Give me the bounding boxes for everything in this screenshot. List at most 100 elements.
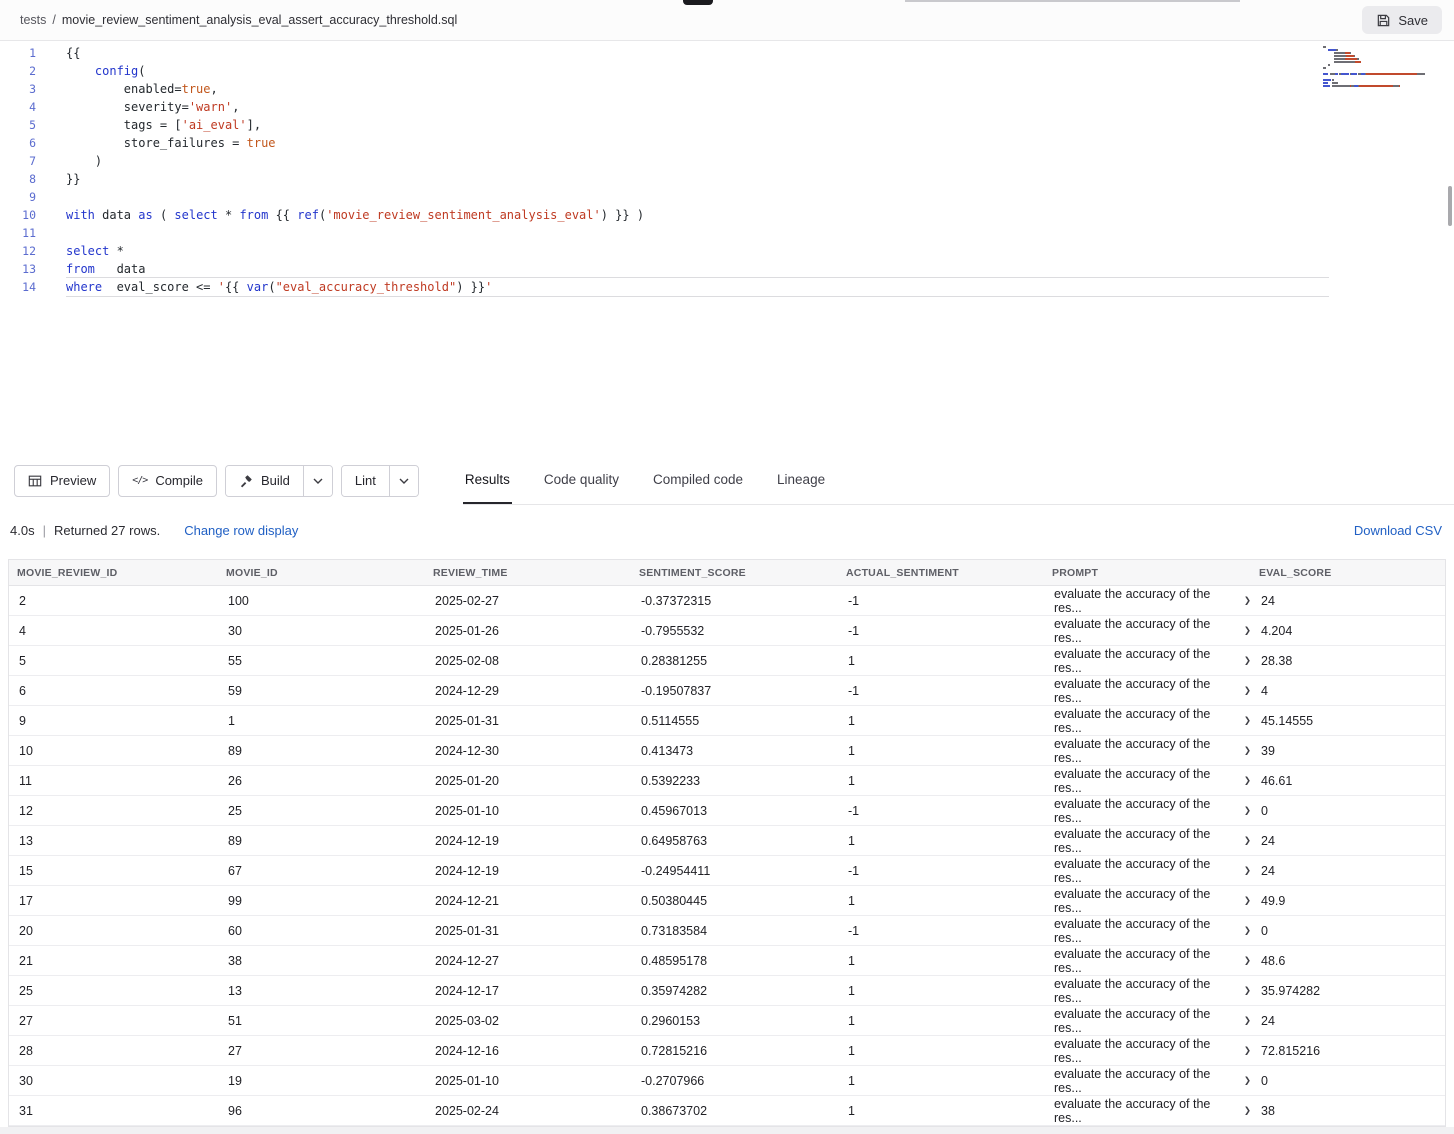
code-line[interactable]: store_failures = true (66, 134, 1454, 152)
expand-prompt-icon[interactable]: ❯ (1244, 955, 1251, 966)
chevron-down-icon (313, 478, 323, 484)
column-header-actual_sentiment[interactable]: ACTUAL_SENTIMENT (838, 567, 1044, 579)
expand-prompt-icon[interactable]: ❯ (1244, 925, 1251, 936)
compile-button[interactable]: </> Compile (118, 465, 217, 497)
prompt-cell-text: evaluate the accuracy of the res... (1054, 1067, 1237, 1095)
table-cell: -0.19507837 (631, 684, 838, 698)
code-line[interactable]: ) (66, 152, 1454, 170)
code-line[interactable]: with data as ( select * from {{ ref('mov… (66, 206, 1454, 224)
table-cell: 0.5114555 (631, 714, 838, 728)
expand-prompt-icon[interactable]: ❯ (1244, 1045, 1251, 1056)
column-header-prompt[interactable]: PROMPT (1044, 567, 1251, 579)
prompt-cell-text: evaluate the accuracy of the res... (1054, 917, 1237, 945)
table-cell: 0.73183584 (631, 924, 838, 938)
table-cell: 1 (838, 954, 1044, 968)
change-row-display-link[interactable]: Change row display (184, 523, 298, 538)
file-header-bar: tests / movie_review_sentiment_analysis_… (0, 0, 1454, 41)
expand-prompt-icon[interactable]: ❯ (1244, 625, 1251, 636)
build-dropdown-button[interactable] (303, 466, 332, 496)
tab-lineage[interactable]: Lineage (775, 456, 827, 504)
editor-code[interactable]: {{ config( enabled=true, severity='warn'… (48, 44, 1454, 456)
column-header-sentiment_score[interactable]: SENTIMENT_SCORE (631, 567, 838, 579)
tab-strip-divider (905, 0, 1240, 2)
table-cell: 0 (1251, 1074, 1445, 1088)
table-cell: 27 (9, 1014, 218, 1028)
prompt-cell: evaluate the accuracy of the res...❯ (1044, 887, 1251, 915)
prompt-cell-text: evaluate the accuracy of the res... (1054, 647, 1237, 675)
table-cell: 99 (218, 894, 425, 908)
expand-prompt-icon[interactable]: ❯ (1244, 715, 1251, 726)
expand-prompt-icon[interactable]: ❯ (1244, 805, 1251, 816)
table-cell: 59 (218, 684, 425, 698)
build-button[interactable]: Build (226, 466, 303, 496)
code-line[interactable] (66, 224, 1454, 242)
tab-code-quality[interactable]: Code quality (542, 456, 621, 504)
tab-compiled-code[interactable]: Compiled code (651, 456, 745, 504)
expand-prompt-icon[interactable]: ❯ (1244, 655, 1251, 666)
editor-action-buttons: Preview </> Compile Build (14, 456, 419, 505)
table-cell: -1 (838, 684, 1044, 698)
code-line[interactable]: from data (66, 260, 1454, 278)
code-line[interactable]: {{ (66, 44, 1454, 62)
save-button[interactable]: Save (1362, 6, 1442, 34)
table-cell: 0.5392233 (631, 774, 838, 788)
breadcrumb-root[interactable]: tests (20, 13, 46, 27)
table-cell: 19 (218, 1074, 425, 1088)
results-tabs: Results Code quality Compiled code Lineage (463, 456, 1454, 505)
table-cell: 25 (9, 984, 218, 998)
expand-prompt-icon[interactable]: ❯ (1244, 685, 1251, 696)
editor-scrollbar-thumb[interactable] (1448, 186, 1452, 226)
expand-prompt-icon[interactable]: ❯ (1244, 985, 1251, 996)
code-line[interactable] (66, 188, 1454, 206)
column-header-movie_review_id[interactable]: MOVIE_REVIEW_ID (9, 567, 218, 579)
code-line[interactable]: severity='warn', (66, 98, 1454, 116)
expand-prompt-icon[interactable]: ❯ (1244, 835, 1251, 846)
table-cell: 12 (9, 804, 218, 818)
table-cell: 26 (218, 774, 425, 788)
code-line[interactable]: select * (66, 242, 1454, 260)
code-line[interactable]: tags = ['ai_eval'], (66, 116, 1454, 134)
expand-prompt-icon[interactable]: ❯ (1244, 1105, 1251, 1116)
chevron-down-icon (399, 478, 409, 484)
table-cell: 0.28381255 (631, 654, 838, 668)
tab-results[interactable]: Results (463, 456, 512, 504)
code-line[interactable]: enabled=true, (66, 80, 1454, 98)
code-editor[interactable]: 1234567891011121314 {{ config( enabled=t… (0, 41, 1454, 456)
prompt-cell: evaluate the accuracy of the res...❯ (1044, 797, 1251, 825)
table-cell: -1 (838, 924, 1044, 938)
preview-button[interactable]: Preview (14, 465, 110, 497)
table-cell: -0.37372315 (631, 594, 838, 608)
column-header-review_time[interactable]: REVIEW_TIME (425, 567, 631, 579)
lint-button[interactable]: Lint (342, 466, 389, 496)
table-cell: -0.24954411 (631, 864, 838, 878)
table-cell: 28 (9, 1044, 218, 1058)
minimap[interactable] (1323, 46, 1438, 88)
lint-button-label: Lint (355, 473, 376, 488)
expand-prompt-icon[interactable]: ❯ (1244, 745, 1251, 756)
column-header-movie_id[interactable]: MOVIE_ID (218, 567, 425, 579)
code-line[interactable]: }} (66, 170, 1454, 188)
code-line[interactable]: config( (66, 62, 1454, 80)
lint-dropdown-button[interactable] (389, 466, 418, 496)
table-cell: 0.48595178 (631, 954, 838, 968)
query-status-bar: 4.0s | Returned 27 rows. Change row disp… (0, 505, 1454, 555)
bottom-scroll-strip (0, 1127, 1454, 1134)
expand-prompt-icon[interactable]: ❯ (1244, 1075, 1251, 1086)
prompt-cell-text: evaluate the accuracy of the res... (1054, 677, 1237, 705)
build-hammer-icon (239, 474, 253, 488)
table-cell: 96 (218, 1104, 425, 1118)
column-header-eval_score[interactable]: EVAL_SCORE (1251, 567, 1445, 579)
expand-prompt-icon[interactable]: ❯ (1244, 775, 1251, 786)
expand-prompt-icon[interactable]: ❯ (1244, 595, 1251, 606)
expand-prompt-icon[interactable]: ❯ (1244, 895, 1251, 906)
table-cell: 25 (218, 804, 425, 818)
expand-prompt-icon[interactable]: ❯ (1244, 1015, 1251, 1026)
code-line[interactable]: where eval_score <= '{{ var("eval_accura… (66, 278, 1329, 296)
download-csv-link[interactable]: Download CSV (1354, 523, 1442, 538)
table-cell: 2024-12-27 (425, 954, 631, 968)
table-cell: 0.72815216 (631, 1044, 838, 1058)
expand-prompt-icon[interactable]: ❯ (1244, 865, 1251, 876)
window-top-edge (0, 0, 1454, 6)
table-row: 17992024-12-210.503804451evaluate the ac… (9, 886, 1445, 916)
table-row: 12252025-01-100.45967013-1evaluate the a… (9, 796, 1445, 826)
